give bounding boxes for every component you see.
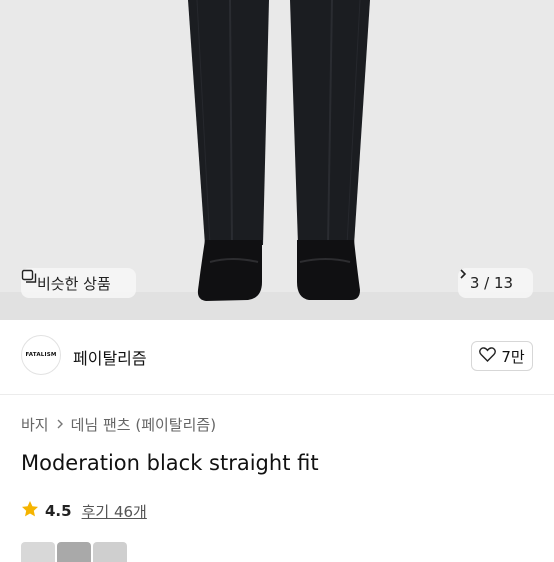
review-thumbnail[interactable]	[21, 542, 55, 562]
similar-products-label: 비슷한 상품	[37, 274, 111, 293]
brand-logo[interactable]: FATALISM	[21, 335, 61, 375]
breadcrumb: 바지 데님 팬츠 (페이탈리즘)	[21, 414, 216, 435]
heart-icon	[479, 346, 497, 366]
similar-products-button[interactable]: 비슷한 상품	[21, 268, 136, 298]
like-button[interactable]: 7만	[471, 341, 533, 371]
product-title: Moderation black straight fit	[21, 451, 319, 475]
image-counter-button[interactable]: 3 / 13	[458, 268, 533, 298]
brand-name[interactable]: 페이탈리즘	[73, 345, 147, 369]
breadcrumb-item-denim[interactable]: 데님 팬츠 (페이탈리즘)	[71, 414, 216, 435]
rating-row: 4.5 후기 46개	[21, 500, 147, 522]
product-image-carousel[interactable]: 비슷한 상품 3 / 13	[0, 0, 554, 320]
breadcrumb-item-pants[interactable]: 바지	[21, 414, 49, 435]
chevron-right-icon	[56, 416, 64, 434]
review-thumbnail[interactable]	[57, 542, 91, 562]
star-icon	[21, 500, 39, 522]
brand-row: FATALISM 페이탈리즘 7만	[0, 320, 554, 395]
brand-logo-text: FATALISM	[25, 352, 57, 358]
rating-score: 4.5	[45, 502, 72, 520]
review-thumbnails	[21, 542, 127, 562]
review-thumbnail[interactable]	[93, 542, 127, 562]
review-count-link[interactable]: 후기 46개	[82, 501, 147, 522]
like-count: 7만	[501, 347, 525, 366]
image-counter: 3 / 13	[469, 274, 514, 292]
